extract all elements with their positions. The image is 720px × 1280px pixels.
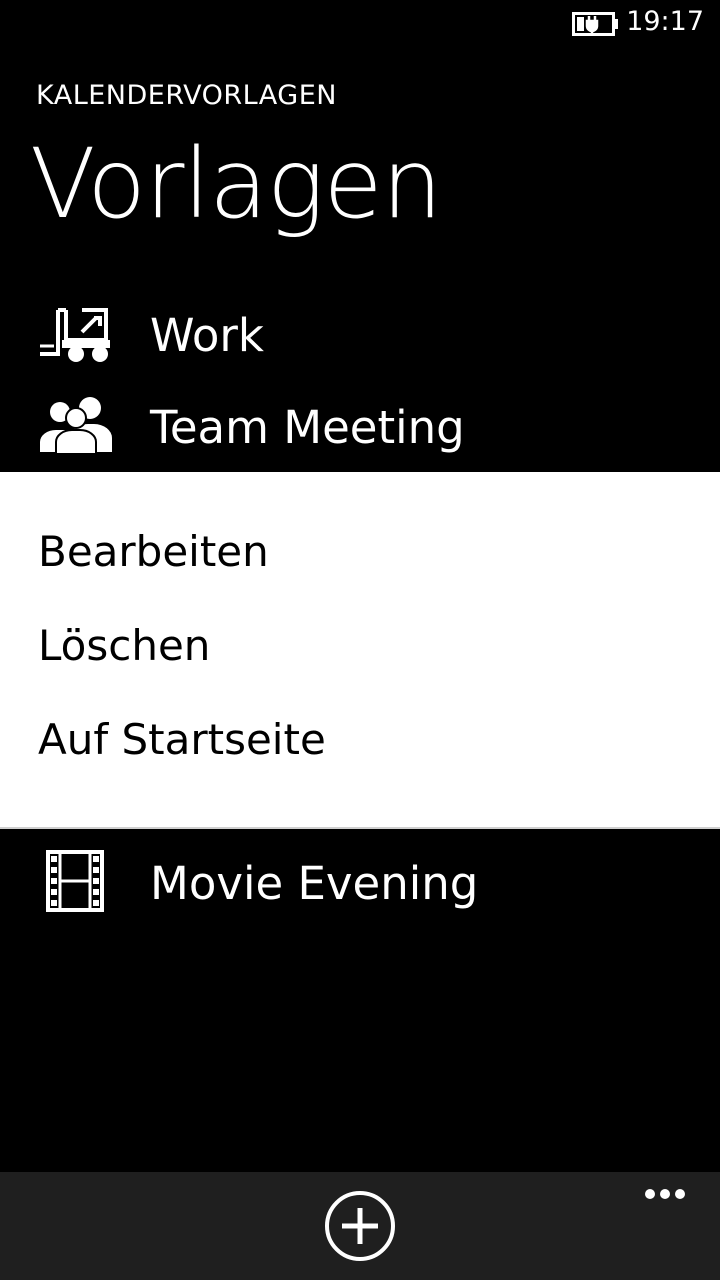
- template-label-movie-evening: Movie Evening: [150, 857, 479, 910]
- people-icon: [40, 397, 112, 455]
- template-item-movie-evening[interactable]: Movie Evening: [0, 844, 720, 924]
- more-ellipsis-icon: [645, 1189, 685, 1199]
- template-item-work[interactable]: Work: [0, 296, 720, 376]
- add-circle-icon: [325, 1191, 395, 1261]
- more-button[interactable]: [640, 1184, 690, 1204]
- screen: 19:17 KALENDERVORLAGEN Vorlagen Work Tea…: [0, 0, 720, 1280]
- template-item-team-meeting[interactable]: Team Meeting: [0, 388, 720, 468]
- status-bar: 19:17: [0, 0, 720, 44]
- menu-item-edit[interactable]: Bearbeiten: [38, 526, 269, 578]
- clock: 19:17: [626, 6, 704, 37]
- app-bar: [0, 1172, 720, 1280]
- battery-charging-icon: [572, 12, 618, 36]
- menu-item-pin-to-start[interactable]: Auf Startseite: [38, 714, 326, 766]
- context-menu: Bearbeiten Löschen Auf Startseite: [0, 472, 720, 829]
- menu-item-delete[interactable]: Löschen: [38, 620, 210, 672]
- add-button[interactable]: [324, 1190, 396, 1262]
- film-icon: [46, 850, 104, 912]
- page-title: Vorlagen: [30, 128, 442, 240]
- app-title: KALENDERVORLAGEN: [36, 80, 337, 111]
- forklift-icon: [40, 308, 110, 362]
- template-label-team-meeting: Team Meeting: [150, 401, 465, 454]
- template-label-work: Work: [150, 309, 264, 362]
